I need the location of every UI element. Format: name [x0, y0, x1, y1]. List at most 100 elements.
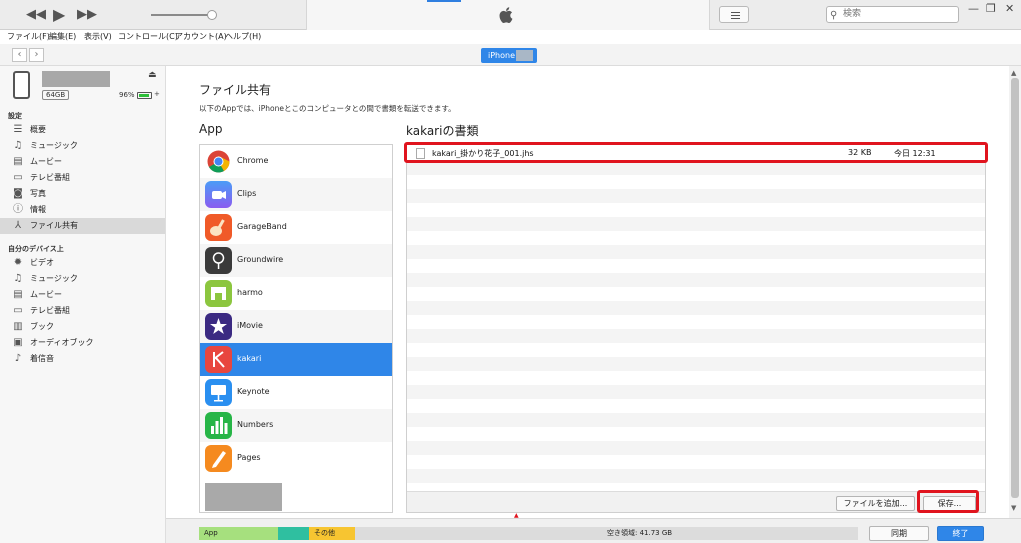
- sidebar: ⏏ 64GB 96% + 設定 ☰ 概要 ♫ ミュージック ▤ ムービー ▭ テ…: [0, 66, 166, 543]
- imovie-icon: [205, 313, 232, 340]
- film-icon: ▤: [13, 289, 23, 300]
- up-next-list-button[interactable]: [719, 6, 749, 23]
- menu-file[interactable]: ファイル(F): [7, 31, 50, 42]
- document-size: 32 KB: [848, 148, 872, 157]
- sync-button[interactable]: 同期: [869, 526, 929, 541]
- eject-icon[interactable]: ⏏: [148, 70, 157, 80]
- search-input[interactable]: 検索: [843, 9, 861, 19]
- info-icon: ⓘ: [13, 204, 23, 215]
- page-description: 以下のAppでは、iPhoneとこのコンピュータとの間で書類を転送できます。: [199, 104, 456, 113]
- battery-percent: 96%: [119, 91, 135, 99]
- sidebar-item-movies[interactable]: ▤ ムービー: [0, 154, 165, 170]
- gear-video-icon: ✹: [13, 257, 23, 268]
- menu-control[interactable]: コントロール(C): [118, 31, 178, 42]
- app-name: Keynote: [237, 387, 270, 396]
- volume-knob[interactable]: [207, 10, 217, 20]
- sidebar-item-audiobooks[interactable]: ▣ オーディオブック: [0, 335, 165, 351]
- document-list-stripe: [407, 469, 985, 483]
- minimize-icon[interactable]: —: [968, 2, 979, 15]
- sidebar-item-music[interactable]: ♫ ミュージック: [0, 138, 165, 154]
- app-row-kakari[interactable]: kakari: [200, 343, 392, 376]
- sidebar-item-tv[interactable]: ▭ テレビ番組: [0, 170, 165, 186]
- app-row-keynote[interactable]: Keynote: [200, 376, 392, 409]
- sidebar-item-file-sharing[interactable]: ⅄ ファイル共有: [0, 218, 165, 234]
- forward-button[interactable]: ›: [29, 48, 44, 62]
- device-label: iPhone: [488, 51, 516, 60]
- battery-icon: [137, 92, 152, 99]
- menu-edit[interactable]: 編集(E): [49, 31, 76, 42]
- rewind-icon[interactable]: ◀◀: [26, 0, 46, 30]
- app-name: harmo: [237, 288, 263, 297]
- document-list-stripe: [407, 231, 985, 245]
- menu-help[interactable]: ヘルプ(H): [225, 31, 261, 42]
- app-row-numbers[interactable]: Numbers: [200, 409, 392, 442]
- app-row-harmo[interactable]: harmo: [200, 277, 392, 310]
- sidebar-item-summary[interactable]: ☰ 概要: [0, 122, 165, 138]
- sidebar-item-device-movies[interactable]: ▤ ムービー: [0, 287, 165, 303]
- app-name: GarageBand: [237, 222, 287, 231]
- back-button[interactable]: ‹: [12, 48, 27, 62]
- menu-view[interactable]: 表示(V): [84, 31, 112, 42]
- sidebar-item-photos[interactable]: ◙ 写真: [0, 186, 165, 202]
- sidebar-item-label: 着信音: [30, 354, 54, 363]
- sidebar-item-ringtones[interactable]: ♪ 着信音: [0, 351, 165, 367]
- scroll-up-icon[interactable]: ▲: [1011, 69, 1016, 77]
- storage-segment-label: App: [204, 529, 218, 537]
- navigation-bar: ‹ › iPhone: [0, 44, 1021, 66]
- tv-icon: ▭: [13, 172, 23, 183]
- harmo-icon: [205, 280, 232, 307]
- add-file-button[interactable]: ファイルを追加...: [836, 496, 915, 511]
- document-list-stripe: [407, 455, 985, 469]
- main-content: ファイル共有 以下のAppでは、iPhoneとこのコンピュータとの間で書類を転送…: [166, 66, 1021, 543]
- main-scrollbar[interactable]: ▲ ▼: [1009, 66, 1021, 518]
- documents-header: kakariの書類: [406, 124, 479, 138]
- app-row-garageband[interactable]: GarageBand: [200, 211, 392, 244]
- document-list-stripe: [407, 203, 985, 217]
- document-actions: ファイルを追加... 保存...: [407, 491, 985, 512]
- sidebar-item-label: テレビ番組: [30, 306, 70, 315]
- free-space-label: 空き領域: 41.73 GB: [607, 529, 673, 537]
- camera-icon: ◙: [13, 188, 23, 199]
- document-list-stripe: [407, 371, 985, 385]
- restore-icon[interactable]: ❐: [986, 2, 996, 15]
- app-row-chrome[interactable]: Chrome: [200, 145, 392, 178]
- app-row-groundwire[interactable]: Groundwire: [200, 244, 392, 277]
- scroll-down-icon[interactable]: ▼: [1011, 504, 1016, 512]
- document-list-stripe: [407, 161, 985, 175]
- app-row-pages[interactable]: Pages: [200, 442, 392, 475]
- document-list-stripe: [407, 189, 985, 203]
- volume-slider[interactable]: [151, 14, 213, 16]
- storage-segment-label: その他: [314, 529, 335, 537]
- play-icon[interactable]: ▶: [53, 0, 65, 30]
- sidebar-item-device-music[interactable]: ♫ ミュージック: [0, 271, 165, 287]
- menu-account[interactable]: アカウント(A): [175, 31, 227, 42]
- app-list: Chrome Clips GarageBand Groundwire harmo: [199, 144, 393, 513]
- sidebar-item-label: テレビ番組: [30, 173, 70, 182]
- music-note-icon: ♫: [13, 140, 23, 151]
- document-list-stripe: [407, 413, 985, 427]
- apple-logo-icon: [499, 7, 513, 23]
- sidebar-item-label: ムービー: [30, 290, 62, 299]
- redacted-mask: [516, 50, 533, 61]
- save-button[interactable]: 保存...: [923, 496, 976, 511]
- fast-forward-icon[interactable]: ▶▶: [77, 0, 97, 30]
- app-row-imovie[interactable]: iMovie: [200, 310, 392, 343]
- done-button[interactable]: 終了: [937, 526, 984, 541]
- film-icon: ▤: [13, 156, 23, 167]
- app-row-clips[interactable]: Clips: [200, 178, 392, 211]
- sidebar-item-video[interactable]: ✹ ビデオ: [0, 255, 165, 271]
- list-icon: [731, 12, 740, 19]
- capacity-badge: 64GB: [42, 90, 70, 100]
- sidebar-item-info[interactable]: ⓘ 情報: [0, 202, 165, 218]
- document-list-stripe: [407, 301, 985, 315]
- document-row[interactable]: kakari_掛かり花子_001.jhs 32 KB 今日 12:31: [407, 145, 985, 161]
- scroll-thumb[interactable]: [1011, 78, 1019, 498]
- sidebar-item-device-tv[interactable]: ▭ テレビ番組: [0, 303, 165, 319]
- app-store-icon: ⅄: [14, 220, 22, 231]
- close-icon[interactable]: ✕: [1005, 2, 1014, 15]
- apps-header: App: [199, 122, 223, 136]
- sidebar-item-books[interactable]: ▥ ブック: [0, 319, 165, 335]
- device-button[interactable]: iPhone: [481, 48, 537, 63]
- clips-icon: [205, 181, 232, 208]
- search-field[interactable]: ⚲ 検索: [826, 6, 959, 23]
